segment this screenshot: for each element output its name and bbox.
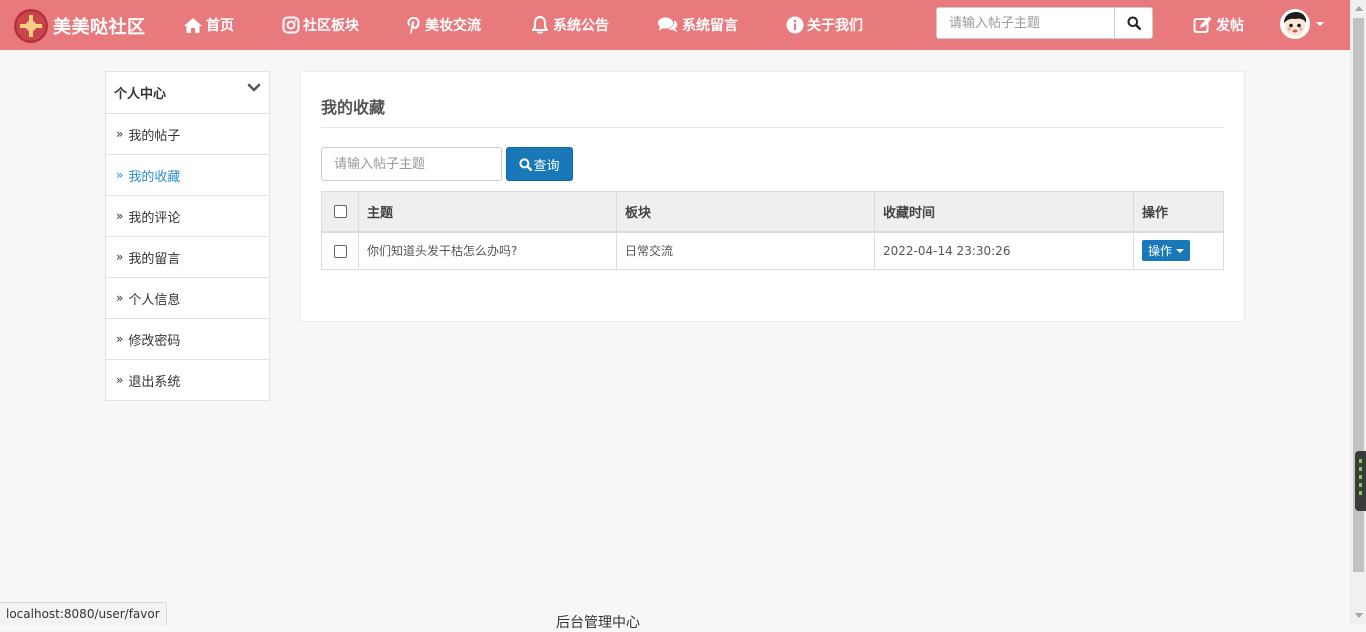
browser-status-url: localhost:8080/user/favor — [0, 602, 167, 625]
table-header-row: 主题 板块 收藏时间 操作 — [321, 191, 1224, 233]
sidebar-item-label: 我的帖子 — [128, 128, 181, 144]
sidebar-item-label: 修改密码 — [128, 333, 181, 349]
double-chevron-right-icon: » — [116, 373, 124, 387]
query-button-label: 查询 — [533, 158, 560, 174]
scroll-up-arrow-icon[interactable] — [1355, 6, 1363, 11]
nav-search — [936, 7, 1153, 39]
edit-icon — [1193, 16, 1212, 33]
chevron-down-icon — [247, 83, 261, 92]
side-widget-handle[interactable] — [1355, 451, 1366, 511]
comments-icon — [658, 17, 678, 32]
sidebar-item-my-comments[interactable]: » 我的评论 — [106, 196, 269, 237]
double-chevron-right-icon: » — [116, 250, 124, 264]
nav-label: 首页 — [206, 18, 234, 34]
sidebar-item-label: 我的留言 — [128, 251, 181, 267]
logo-icon — [14, 8, 48, 43]
info-icon — [786, 16, 804, 34]
sidebar-header[interactable]: 个人中心 — [106, 72, 269, 114]
column-header-actions: 操作 — [1133, 191, 1224, 233]
sidebar-item-my-posts[interactable]: » 我的帖子 — [106, 114, 269, 155]
nav-item-community[interactable]: 社区板块 — [282, 0, 359, 50]
query-button[interactable]: 查询 — [506, 147, 573, 181]
sidebar-item-label: 我的收藏 — [128, 169, 181, 185]
column-header-board[interactable]: 板块 — [616, 191, 875, 233]
sidebar-item-label: 我的评论 — [128, 210, 181, 226]
favorites-table: 主题 板块 收藏时间 操作 你们知道头发干枯怎么办吗? 日常交流 2022-04… — [321, 191, 1224, 270]
pinterest-icon — [407, 16, 420, 33]
scroll-down-arrow-icon[interactable] — [1355, 613, 1363, 618]
column-header-topic[interactable]: 主题 — [358, 191, 617, 233]
sidebar-item-label: 个人信息 — [128, 292, 181, 308]
row-action-label: 操作 — [1148, 244, 1173, 259]
nav-label: 社区板块 — [303, 18, 359, 34]
nav-item-announcements[interactable]: 系统公告 — [530, 0, 609, 50]
top-navbar: 美美哒社区 首页 社区板块 美妆交流 系统公告 系统留言 关于我们 请输入帖子主… — [0, 0, 1350, 50]
brand[interactable]: 美美哒社区 — [14, 8, 146, 43]
post-button[interactable]: 发帖 — [1193, 0, 1244, 50]
row-select-cell — [321, 231, 359, 270]
cell-topic[interactable]: 你们知道头发干枯怎么办吗? — [358, 231, 617, 270]
avatar[interactable] — [1280, 9, 1310, 39]
search-button[interactable] — [1114, 8, 1152, 38]
bell-icon — [532, 16, 548, 34]
row-checkbox[interactable] — [333, 244, 347, 258]
search-icon — [1127, 16, 1141, 30]
double-chevron-right-icon: » — [116, 291, 124, 305]
nav-item-messages[interactable]: 系统留言 — [657, 0, 738, 50]
page-title: 我的收藏 — [321, 98, 386, 117]
table-row: 你们知道头发干枯怎么办吗? 日常交流 2022-04-14 23:30:26 操… — [321, 231, 1224, 270]
cell-time: 2022-04-14 23:30:26 — [874, 231, 1134, 270]
search-icon — [519, 157, 533, 171]
divider — [321, 127, 1224, 128]
sidebar-item-profile[interactable]: » 个人信息 — [106, 278, 269, 319]
instagram-icon — [282, 16, 300, 34]
nav-label: 系统留言 — [682, 18, 738, 34]
select-all-checkbox[interactable] — [333, 204, 347, 218]
cell-actions: 操作 — [1133, 231, 1224, 270]
footer-link[interactable]: 后台管理中心 — [556, 612, 640, 632]
nav-label: 美妆交流 — [425, 18, 481, 34]
double-chevron-right-icon: » — [116, 332, 124, 346]
page-scrollbar[interactable] — [1350, 0, 1366, 624]
column-header-time[interactable]: 收藏时间 — [874, 191, 1134, 233]
brand-name: 美美哒社区 — [53, 16, 146, 38]
home-icon — [184, 17, 202, 33]
double-chevron-right-icon: » — [116, 168, 124, 182]
sidebar-item-my-messages[interactable]: » 我的留言 — [106, 237, 269, 278]
nav-label: 关于我们 — [807, 18, 863, 34]
select-all-cell — [321, 191, 359, 233]
sidebar-item-change-password[interactable]: » 修改密码 — [106, 319, 269, 360]
sidebar-item-my-favorites[interactable]: » 我的收藏 — [106, 155, 269, 196]
sidebar-title: 个人中心 — [114, 87, 167, 102]
nav-item-home[interactable]: 首页 — [183, 0, 234, 50]
post-button-label: 发帖 — [1216, 18, 1244, 34]
sidebar: 个人中心 » 我的帖子 » 我的收藏 » 我的评论 » 我的留言 » 个人信息 … — [105, 71, 270, 401]
nav-item-beauty[interactable]: 美妆交流 — [406, 0, 481, 50]
user-menu-caret-icon[interactable] — [1316, 22, 1324, 26]
sidebar-item-logout[interactable]: » 退出系统 — [106, 360, 269, 400]
double-chevron-right-icon: » — [116, 127, 124, 141]
cell-board: 日常交流 — [616, 231, 875, 270]
sidebar-item-label: 退出系统 — [128, 374, 181, 390]
row-action-dropdown[interactable]: 操作 — [1142, 240, 1191, 262]
caret-down-icon — [1176, 248, 1185, 253]
topic-search-input[interactable] — [321, 147, 502, 181]
double-chevron-right-icon: » — [116, 209, 124, 223]
favorites-panel: 我的收藏 查询 主题 板块 收藏时间 操作 — [300, 71, 1245, 322]
nav-label: 系统公告 — [553, 18, 609, 34]
search-input[interactable] — [937, 8, 1117, 38]
nav-item-about[interactable]: 关于我们 — [786, 0, 863, 50]
